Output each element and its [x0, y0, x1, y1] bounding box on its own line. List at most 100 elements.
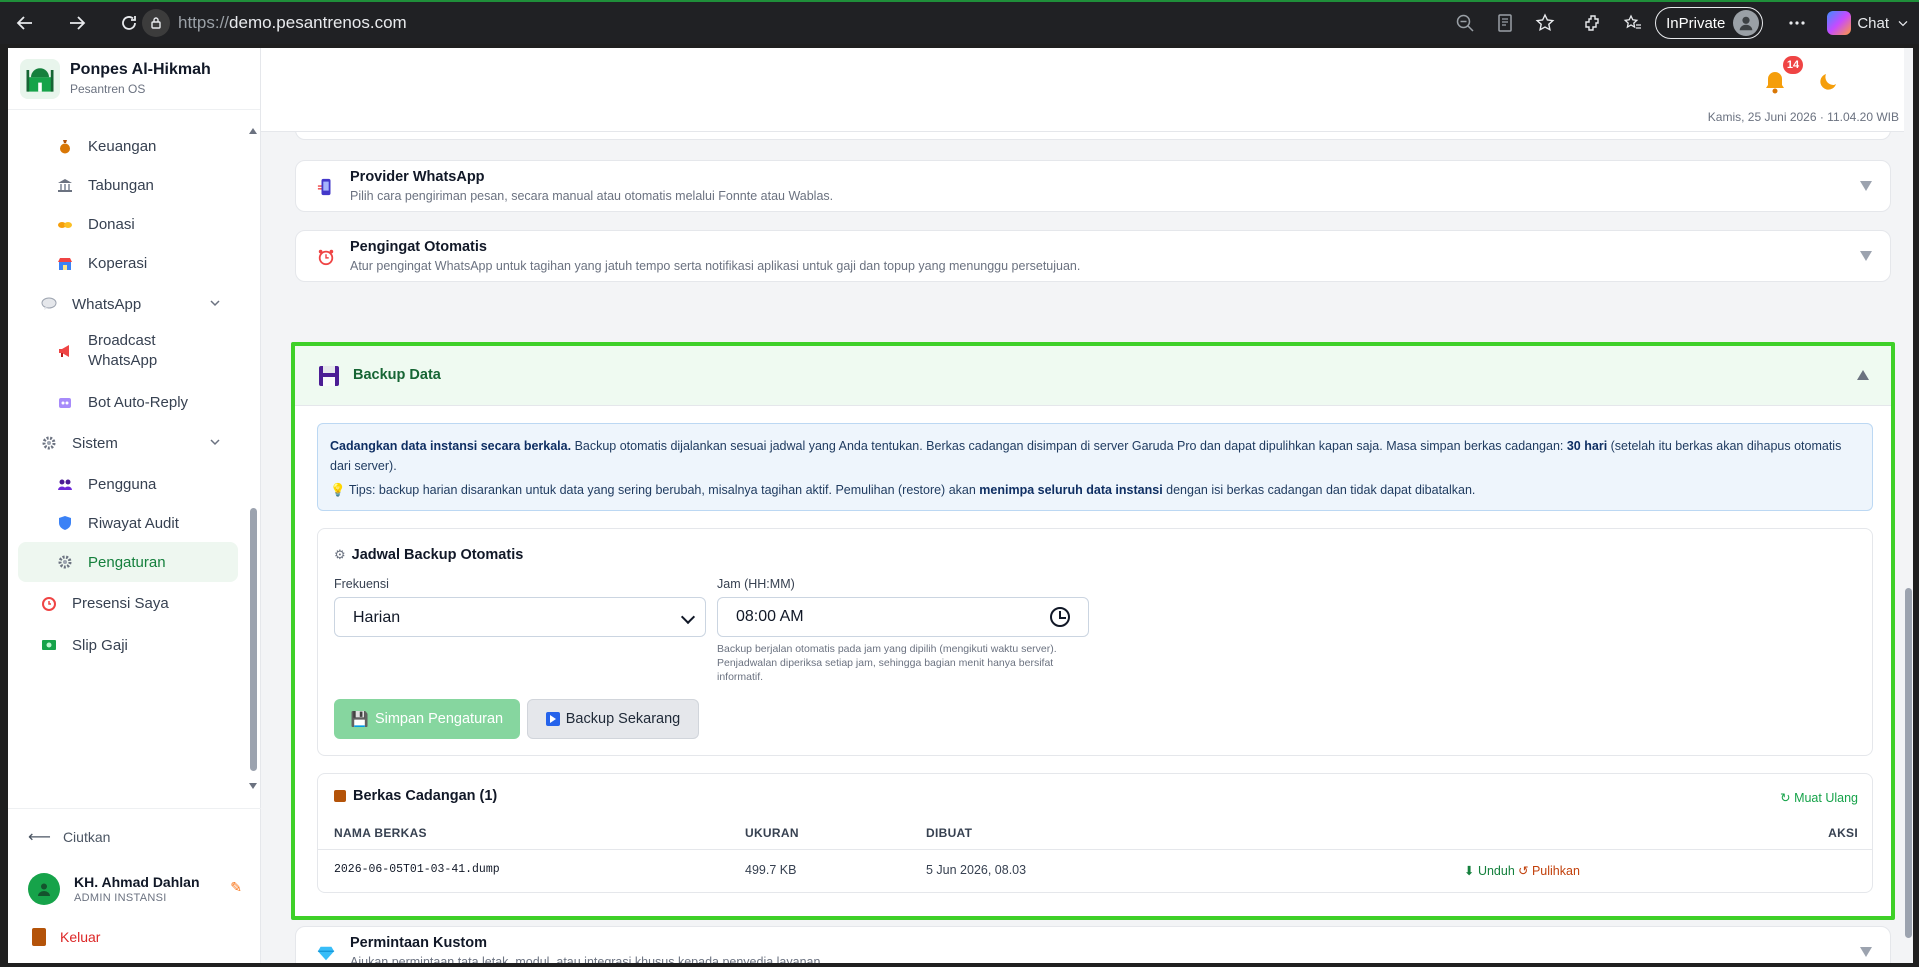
- sidebar-item-pengaturan[interactable]: Pengaturan: [18, 542, 238, 582]
- section-stub-top: [295, 132, 1891, 140]
- floppy-disk-icon: [319, 366, 339, 386]
- save-settings-button[interactable]: 💾 Simpan Pengaturan: [334, 699, 520, 739]
- tip-after: dengan isi berkas cadangan dan tidak dap…: [1162, 483, 1476, 497]
- refresh-icon[interactable]: [114, 8, 144, 38]
- backup-info-box: Cadangkan data instansi secara berkala. …: [317, 423, 1873, 511]
- expand-triangle-icon[interactable]: [1860, 947, 1872, 957]
- scroll-down-icon[interactable]: [249, 783, 257, 789]
- frequency-select[interactable]: Harian: [334, 597, 706, 637]
- sidebar-item-label: Broadcast WhatsApp: [88, 332, 158, 369]
- floppy-disk-icon: 💾: [350, 711, 369, 728]
- sidebar-item-label: Riwayat Audit: [88, 514, 179, 532]
- zoom-out-icon[interactable]: [1447, 5, 1483, 41]
- section-title: Pengingat Otomatis: [350, 239, 487, 255]
- sidebar-item-donasi[interactable]: Donasi: [18, 204, 238, 244]
- clock-icon[interactable]: [1050, 607, 1070, 627]
- sidebar-item-riwayat-audit[interactable]: Riwayat Audit: [18, 503, 238, 543]
- accordion-header[interactable]: Provider WhatsApp Pilih cara pengiriman …: [296, 161, 1890, 221]
- moon-icon[interactable]: [1816, 68, 1842, 94]
- sidebar-scrollbar[interactable]: [248, 126, 258, 791]
- extensions-icon[interactable]: [1575, 5, 1611, 41]
- brand-name: Ponpes Al-Hikmah: [70, 61, 211, 78]
- section-whatsapp-provider[interactable]: Provider WhatsApp Pilih cara pengiriman …: [295, 160, 1891, 212]
- favorites-icon[interactable]: [1615, 5, 1651, 41]
- section-auto-reminder[interactable]: Pengingat Otomatis Atur pengingat WhatsA…: [295, 230, 1891, 282]
- collapse-triangle-icon[interactable]: [1857, 370, 1869, 380]
- settings-content: Provider WhatsApp Pilih cara pengiriman …: [261, 132, 1901, 963]
- collapse-button[interactable]: ⟵ Ciutkan: [28, 827, 110, 847]
- shield-icon: [54, 512, 76, 534]
- chevron-down-icon[interactable]: [208, 296, 222, 310]
- reader-icon[interactable]: [1487, 5, 1523, 41]
- megaphone-icon: [54, 340, 76, 362]
- time-input[interactable]: 08:00 AM: [717, 597, 1089, 637]
- section-custom-request[interactable]: Permintaan Kustom Ajukan permintaan tata…: [295, 926, 1891, 963]
- inprivate-button[interactable]: InPrivate: [1655, 7, 1764, 39]
- robot-icon: [54, 391, 76, 413]
- backup-tip: 💡 Tips: backup harian disarankan untuk d…: [330, 480, 1860, 500]
- notification-badge: 14: [1783, 56, 1803, 74]
- page-scroll-thumb[interactable]: [1905, 588, 1912, 938]
- sidebar-item-pengguna[interactable]: Pengguna: [18, 464, 238, 504]
- back-icon[interactable]: [10, 8, 40, 38]
- reload-button[interactable]: ↻ Muat Ulang: [1780, 790, 1858, 805]
- money-bag-icon: [54, 135, 76, 157]
- sidebar-item-koperasi[interactable]: Koperasi: [18, 243, 238, 283]
- sidebar-item-bot-auto-reply[interactable]: Bot Auto-Reply: [18, 382, 238, 422]
- pencil-icon[interactable]: ✎: [230, 879, 242, 896]
- sidebar-item-label: Bot Auto-Reply: [88, 393, 189, 411]
- copilot-chat-button[interactable]: Chat: [1819, 7, 1919, 39]
- download-button[interactable]: ⬇ Unduh: [1464, 863, 1515, 878]
- schedule-title-text: Jadwal Backup Otomatis: [351, 547, 524, 563]
- scroll-up-icon[interactable]: [249, 128, 257, 134]
- bell-icon[interactable]: [1761, 68, 1789, 96]
- expand-triangle-icon[interactable]: [1860, 181, 1872, 191]
- schedule-title: ⚙ Jadwal Backup Otomatis: [334, 547, 523, 563]
- sidebar-item-label: Donasi: [88, 215, 135, 233]
- accordion-header[interactable]: Backup Data: [295, 346, 1891, 406]
- frequency-value: Harian: [353, 609, 401, 626]
- forward-icon[interactable]: [62, 8, 92, 38]
- sidebar-footer: ⟵ Ciutkan KH. Ahmad Dahlan ADMIN INSTANS…: [8, 808, 261, 963]
- column-header: AKSI: [1828, 826, 1858, 840]
- sidebar-item-keuangan[interactable]: Keuangan: [18, 126, 238, 166]
- chevron-down-icon[interactable]: [208, 435, 222, 449]
- sidebar-item-slip-gaji[interactable]: Slip Gaji: [18, 625, 238, 665]
- section-description: Pilih cara pengiriman pesan, secara manu…: [350, 189, 834, 203]
- sidebar-group-sistem[interactable]: Sistem: [18, 423, 238, 463]
- accordion-header[interactable]: Permintaan Kustom Ajukan permintaan tata…: [296, 927, 1890, 963]
- sidebar-item-presensi-saya[interactable]: Presensi Saya: [18, 583, 238, 623]
- backup-now-button[interactable]: Backup Sekarang: [527, 699, 699, 739]
- sidebar-menu: Keuangan Tabungan Donasi Koperasi WhatsA…: [8, 118, 248, 808]
- column-header: DIBUAT: [926, 826, 973, 840]
- table-row: 2026-06-05T01-03-41.dump 499.7 KB 5 Jun …: [318, 850, 1872, 892]
- chat-label: Chat: [1857, 14, 1889, 32]
- logout-label: Keluar: [60, 929, 101, 945]
- more-menu-icon[interactable]: [1779, 5, 1815, 41]
- sidebar-item-label: Keuangan: [88, 137, 157, 155]
- section-title: Permintaan Kustom: [350, 935, 487, 951]
- logout-button[interactable]: Keluar: [32, 928, 100, 946]
- favorite-star-icon[interactable]: [1527, 5, 1563, 41]
- accordion-header[interactable]: Pengingat Otomatis Atur pengingat WhatsA…: [296, 231, 1890, 291]
- shop-icon: [54, 252, 76, 274]
- restore-button[interactable]: ↺ Pulihkan: [1518, 863, 1580, 878]
- sidebar-scroll-thumb[interactable]: [250, 508, 257, 771]
- brand[interactable]: Ponpes Al-Hikmah Pesantren OS: [8, 48, 260, 110]
- page-scrollbar[interactable]: [1904, 48, 1913, 963]
- sidebar-group-whatsapp[interactable]: WhatsApp: [18, 284, 238, 324]
- package-icon: [334, 790, 346, 802]
- inprivate-label: InPrivate: [1666, 14, 1726, 32]
- address-bar[interactable]: https://demo.pesantrenos.com: [142, 8, 1432, 38]
- section-description: Atur pengingat WhatsApp untuk tagihan ya…: [350, 259, 1081, 273]
- gear-icon: ⚙: [334, 547, 346, 562]
- chevron-down-icon: [680, 609, 696, 625]
- expand-triangle-icon[interactable]: [1860, 251, 1872, 261]
- sidebar-item-tabungan[interactable]: Tabungan: [18, 165, 238, 205]
- lock-icon[interactable]: [142, 9, 170, 37]
- sidebar-item-label: Presensi Saya: [72, 594, 169, 612]
- brand-sub: Pesantren OS: [70, 82, 146, 96]
- sidebar-item-broadcast-whatsapp[interactable]: Broadcast WhatsApp: [18, 326, 238, 376]
- time-label: Jam (HH:MM): [717, 577, 795, 591]
- user-profile[interactable]: KH. Ahmad Dahlan ADMIN INSTANSI ✎: [28, 869, 248, 909]
